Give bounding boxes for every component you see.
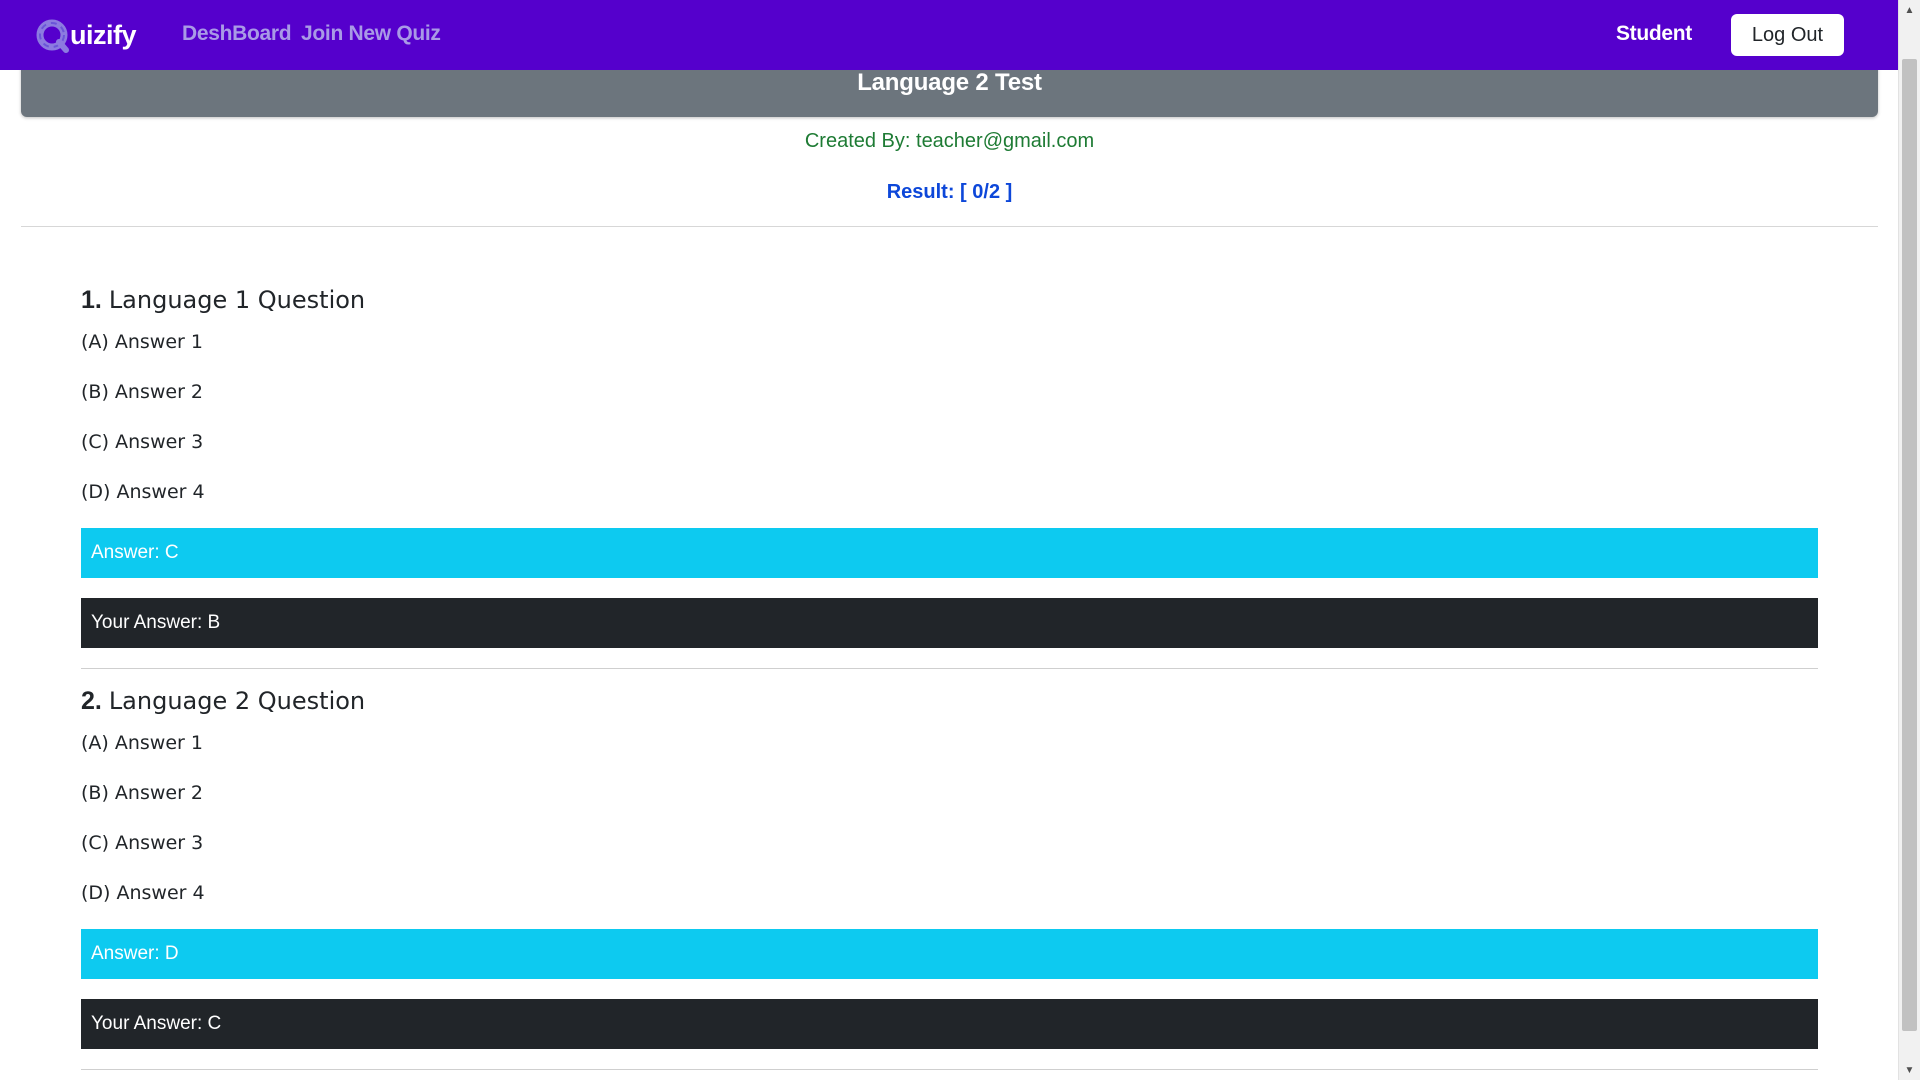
quizify-logo-icon <box>35 17 71 53</box>
brand-logo[interactable]: uizify <box>35 15 137 55</box>
question-text: Language 2 Question <box>108 687 366 715</box>
option-c: (C) Answer 3 <box>81 832 204 854</box>
option-d: (D) Answer 4 <box>81 481 205 503</box>
nav-link-dashboard[interactable]: DeshBoard <box>182 22 292 46</box>
top-navbar: uizify DeshBoard Join New Quiz Student L… <box>0 0 1898 70</box>
quiz-result: Result: [ 0/2 ] <box>886 181 1013 203</box>
brand-name: uizify <box>70 19 137 50</box>
option-b: (B) Answer 2 <box>81 782 204 804</box>
correct-answer-box: Answer: D <box>81 929 1818 979</box>
logout-button[interactable]: Log Out <box>1731 14 1844 56</box>
scroll-up-arrow-icon[interactable]: ▲ <box>1899 0 1920 20</box>
option-d: (D) Answer 4 <box>81 882 205 904</box>
option-c: (C) Answer 3 <box>81 431 204 453</box>
question-title: 1. Language 1 Question <box>81 286 365 315</box>
question-divider <box>81 1069 1818 1070</box>
quiz-creator: Created By: teacher@gmail.com <box>804 130 1095 152</box>
page: uizify DeshBoard Join New Quiz Student L… <box>0 0 1920 1080</box>
question-title: 2. Language 2 Question <box>81 687 365 716</box>
vertical-scrollbar[interactable]: ▲ ▼ <box>1898 0 1920 1080</box>
correct-answer-box: Answer: C <box>81 528 1818 578</box>
question-number: 2. <box>81 687 102 715</box>
scroll-down-arrow-icon[interactable]: ▼ <box>1899 1060 1920 1080</box>
option-b: (B) Answer 2 <box>81 381 204 403</box>
question-number: 1. <box>81 286 102 314</box>
scrollbar-thumb[interactable] <box>1902 59 1917 1031</box>
nav-link-join-new-quiz[interactable]: Join New Quiz <box>301 22 441 46</box>
question-text: Language 1 Question <box>108 286 366 314</box>
your-answer-box: Your Answer: B <box>81 598 1818 648</box>
option-a: (A) Answer 1 <box>81 732 203 754</box>
option-a: (A) Answer 1 <box>81 331 203 353</box>
header-divider <box>21 226 1878 227</box>
your-answer-box: Your Answer: C <box>81 999 1818 1049</box>
question-divider <box>81 668 1818 669</box>
user-role-label: Student <box>1615 22 1692 45</box>
